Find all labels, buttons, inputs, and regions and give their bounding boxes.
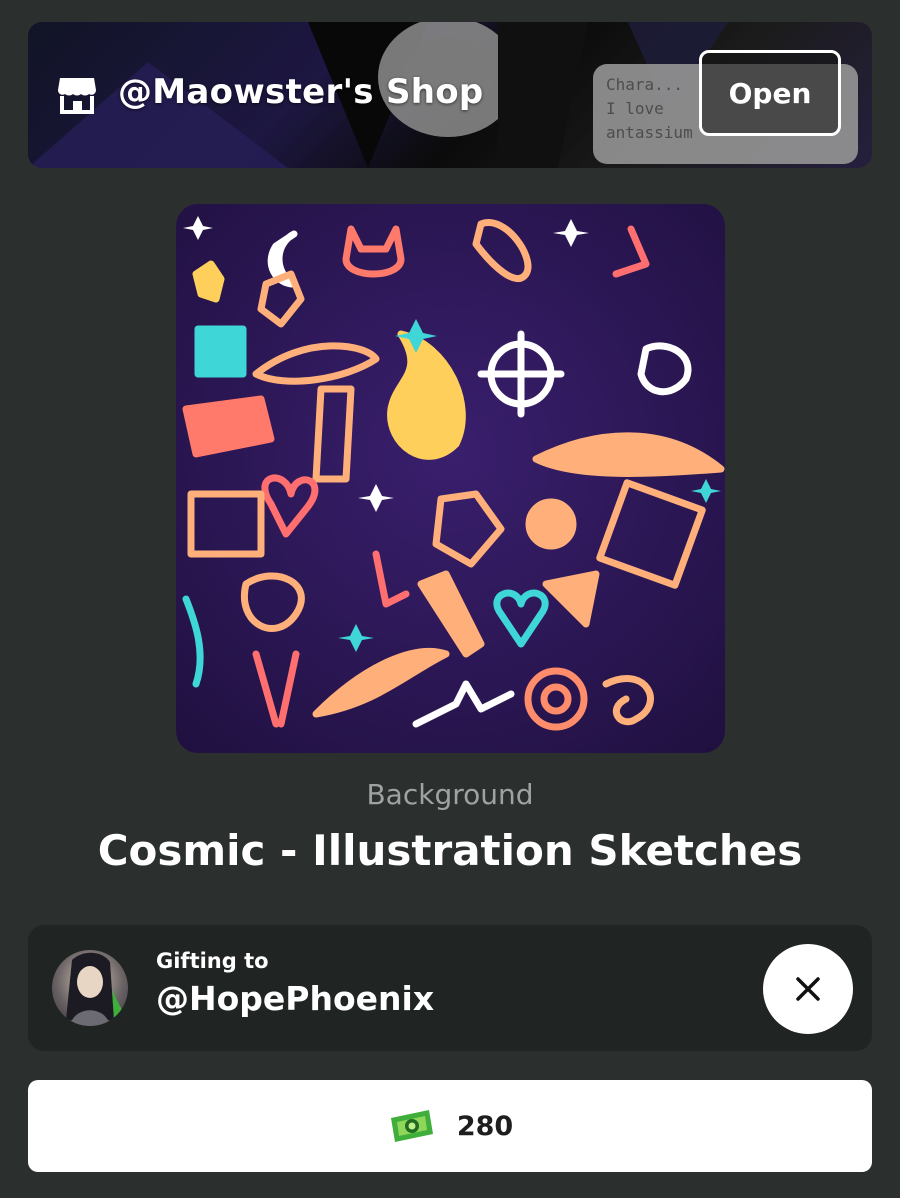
gift-recipient-card: Gifting to @HopePhoenix: [28, 925, 872, 1051]
item-type-label: Background: [366, 778, 534, 811]
purchase-button[interactable]: 280: [28, 1080, 872, 1172]
remove-recipient-button[interactable]: [763, 944, 853, 1034]
price-amount: 280: [456, 1110, 514, 1142]
item-title: Cosmic - Illustration Sketches: [97, 826, 803, 875]
recipient-avatar: [52, 950, 128, 1026]
illustration-sketches-artwork: [182, 216, 725, 731]
shop-banner[interactable]: Chara... I love antassium @Maowster's Sh…: [28, 22, 872, 168]
avatar-portrait-icon: [66, 952, 122, 1026]
coins-icon: [390, 1110, 433, 1142]
close-icon: [796, 977, 820, 1001]
item-preview-image: [176, 204, 725, 753]
open-shop-button[interactable]: Open: [699, 50, 841, 136]
shop-name[interactable]: @Maowster's Shop: [118, 72, 484, 112]
gifting-to-label: Gifting to: [156, 949, 269, 973]
gift-recipient-username: @HopePhoenix: [156, 979, 435, 1018]
shop-storefront-icon: [58, 78, 96, 114]
